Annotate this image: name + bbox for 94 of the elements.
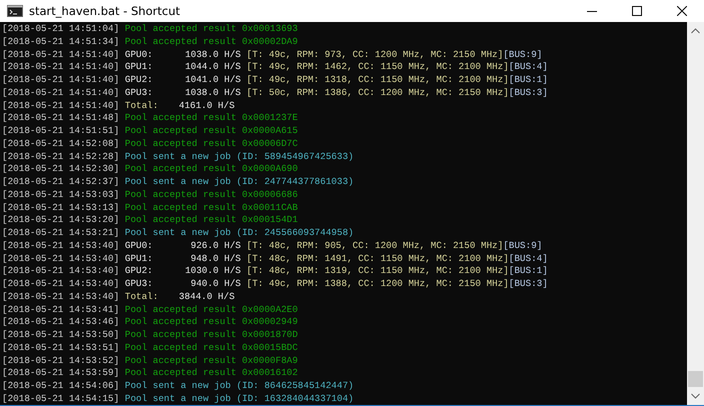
bus-id: [BUS:9] bbox=[503, 48, 542, 62]
log-message: Pool accepted result 0x0000F8A9 bbox=[124, 354, 298, 368]
total-hashrate: 4161.0 H/S bbox=[178, 100, 235, 112]
gpu-stats: [T: 49c, RPM: 973, CC: 1200 MHz, MC: 2150 MHz] bbox=[246, 48, 504, 62]
log-message: Pool accepted result 0x0000A2E0 bbox=[124, 304, 298, 316]
hashrate: 940.0 H/S bbox=[190, 278, 241, 291]
log-timestamp: [2018-05-21 14:53:40] bbox=[2, 252, 120, 266]
maximize-icon[interactable] bbox=[632, 6, 642, 16]
bus-id: [BUS:4] bbox=[508, 61, 548, 74]
log-timestamp: [2018-05-21 14:51:04] bbox=[2, 23, 120, 36]
scroll-down-icon[interactable] bbox=[691, 393, 700, 399]
gpu-label: GPU0: bbox=[124, 48, 154, 62]
scroll-thumb[interactable] bbox=[688, 371, 703, 387]
gpu-label: GPU0: bbox=[124, 240, 154, 252]
log-timestamp: [2018-05-21 14:53:13] bbox=[2, 202, 120, 214]
log-message: Pool sent a new job (ID: 589454967425633) bbox=[124, 150, 354, 164]
log-message: Pool accepted result 0x00002949 bbox=[124, 316, 298, 329]
total-label: Total: bbox=[124, 290, 160, 304]
gpu-label: GPU1: bbox=[124, 252, 154, 266]
log-timestamp: [2018-05-21 14:53:40] bbox=[2, 240, 120, 252]
log-message: Pool accepted result 0x00011CAB bbox=[124, 202, 298, 214]
hashrate: 948.0 H/S bbox=[190, 252, 241, 266]
log-timestamp: [2018-05-21 14:51:40] bbox=[2, 61, 120, 74]
log-timestamp: [2018-05-21 14:54:15] bbox=[2, 392, 120, 405]
log-message: Pool accepted result 0x00006D7C bbox=[124, 138, 298, 150]
log-timestamp: [2018-05-21 14:53:20] bbox=[2, 214, 120, 227]
log-message: Pool accepted result 0x0001870D bbox=[124, 329, 298, 342]
hashrate: 1038.0 H/S bbox=[184, 86, 241, 100]
log-timestamp: [2018-05-21 14:53:50] bbox=[2, 329, 120, 342]
log-timestamp: [2018-05-21 14:53:51] bbox=[2, 342, 120, 354]
log-message: Pool accepted result 0x00015BDC bbox=[124, 342, 298, 354]
hashrate: 1038.0 H/S bbox=[184, 48, 241, 62]
total-hashrate: 3844.0 H/S bbox=[178, 290, 235, 304]
close-icon[interactable] bbox=[677, 6, 687, 16]
gpu-label: GPU3: bbox=[124, 86, 154, 100]
log-timestamp: [2018-05-21 14:54:06] bbox=[2, 380, 120, 393]
bus-id: [BUS:9] bbox=[503, 240, 542, 252]
gpu-stats: [T: 50c, RPM: 1386, CC: 1200 MHz, MC: 2150 MHz] bbox=[246, 86, 509, 100]
console-icon bbox=[7, 5, 23, 17]
log-timestamp: [2018-05-21 14:53:40] bbox=[2, 290, 120, 304]
gpu-label: GPU1: bbox=[124, 61, 154, 74]
log-timestamp: [2018-05-21 14:51:40] bbox=[2, 74, 120, 87]
bus-id: [BUS:4] bbox=[508, 252, 548, 266]
log-timestamp: [2018-05-21 14:53:46] bbox=[2, 316, 120, 329]
log-timestamp: [2018-05-21 14:53:40] bbox=[2, 278, 120, 291]
gpu-stats: [T: 49c, RPM: 1462, CC: 1150 MHz, MC: 2100 MHz] bbox=[246, 61, 509, 74]
gpu-label: GPU2: bbox=[124, 74, 154, 87]
window-title: start_haven.bat - Shortcut bbox=[29, 4, 180, 18]
log-timestamp: [2018-05-21 14:51:34] bbox=[2, 36, 120, 48]
scrollbar[interactable] bbox=[687, 22, 704, 405]
scroll-up-icon[interactable] bbox=[691, 28, 700, 34]
gpu-label: GPU3: bbox=[124, 278, 154, 291]
log-message: Pool accepted result 0x0000A690 bbox=[124, 163, 298, 176]
log-message: Pool accepted result 0x0001237E bbox=[124, 112, 298, 125]
log-timestamp: [2018-05-21 14:53:21] bbox=[2, 227, 120, 240]
bus-id: [BUS:1] bbox=[508, 265, 548, 278]
gpu-stats: [T: 48c, RPM: 1491, CC: 1150 MHz, MC: 2100 MHz] bbox=[246, 252, 509, 266]
hashrate: 926.0 H/S bbox=[190, 240, 241, 252]
log-message: Pool sent a new job (ID: 163284044337104) bbox=[124, 392, 354, 405]
bus-id: [BUS:3] bbox=[508, 86, 548, 100]
log-timestamp: [2018-05-21 14:51:51] bbox=[2, 125, 120, 138]
log-timestamp: [2018-05-21 14:51:48] bbox=[2, 112, 120, 125]
log-message: Pool accepted result 0x00013693 bbox=[124, 23, 298, 36]
log-timestamp: [2018-05-21 14:52:08] bbox=[2, 138, 120, 150]
gpu-stats: [T: 48c, RPM: 1319, CC: 1150 MHz, MC: 2100 MHz] bbox=[246, 265, 509, 278]
gpu-stats: [T: 48c, RPM: 905, CC: 1200 MHz, MC: 2150 MHz] bbox=[246, 240, 504, 252]
log-timestamp: [2018-05-21 14:52:30] bbox=[2, 163, 120, 176]
total-label: Total: bbox=[124, 100, 160, 112]
log-message: Pool sent a new job (ID: 247744377861033) bbox=[124, 176, 354, 189]
bus-id: [BUS:3] bbox=[508, 278, 548, 291]
hashrate: 1044.0 H/S bbox=[184, 61, 241, 74]
log-message: Pool accepted result 0x00016102 bbox=[124, 367, 298, 380]
log-message: Pool accepted result 0x000154D1 bbox=[124, 214, 298, 227]
log-timestamp: [2018-05-21 14:53:40] bbox=[2, 265, 120, 278]
hashrate: 1030.0 H/S bbox=[184, 265, 241, 278]
log-timestamp: [2018-05-21 14:51:40] bbox=[2, 48, 120, 62]
gpu-label: GPU2: bbox=[124, 265, 154, 278]
log-message: Pool sent a new job (ID: 245566093744958) bbox=[124, 227, 354, 240]
log-message: Pool accepted result 0x00006686 bbox=[124, 188, 298, 202]
gpu-stats: [T: 49c, RPM: 1318, CC: 1150 MHz, MC: 2100 MHz] bbox=[246, 74, 509, 87]
log-timestamp: [2018-05-21 14:51:40] bbox=[2, 86, 120, 100]
log-timestamp: [2018-05-21 14:53:41] bbox=[2, 304, 120, 316]
gpu-stats: [T: 49c, RPM: 1388, CC: 1200 MHz, MC: 2150 MHz] bbox=[246, 278, 509, 291]
log-timestamp: [2018-05-21 14:53:59] bbox=[2, 367, 120, 380]
log-timestamp: [2018-05-21 14:53:52] bbox=[2, 354, 120, 368]
log-message: Pool accepted result 0x0000A615 bbox=[124, 125, 298, 138]
log-timestamp: [2018-05-21 14:53:03] bbox=[2, 188, 120, 202]
log-message: Pool sent a new job (ID: 864625845142447) bbox=[124, 380, 354, 393]
log-message: Pool accepted result 0x00002DA9 bbox=[124, 36, 298, 48]
bus-id: [BUS:1] bbox=[508, 74, 548, 87]
log-timestamp: [2018-05-21 14:52:37] bbox=[2, 176, 120, 189]
log-timestamp: [2018-05-21 14:52:28] bbox=[2, 150, 120, 164]
hashrate: 1041.0 H/S bbox=[184, 74, 241, 87]
log-timestamp: [2018-05-21 14:51:40] bbox=[2, 100, 120, 112]
